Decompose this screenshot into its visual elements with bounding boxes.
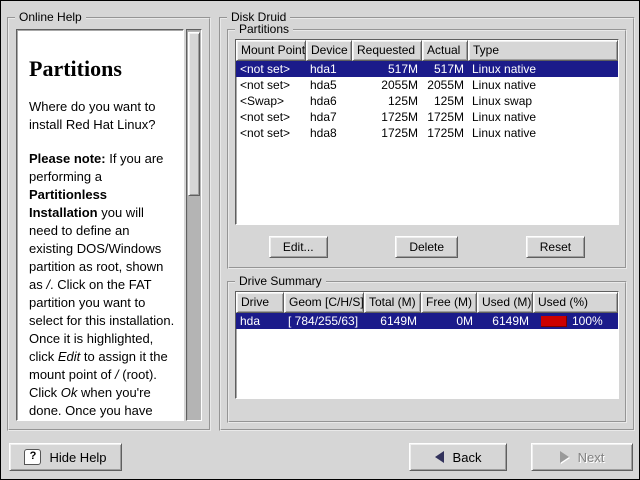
- cell-requested: 125M: [352, 93, 422, 109]
- column-header-mount-point[interactable]: Mount Point: [236, 40, 306, 61]
- cell-device: hda6: [306, 93, 352, 109]
- cell-requested: 1725M: [352, 125, 422, 141]
- cell-mount-point: <not set>: [236, 109, 306, 125]
- cell-actual: 2055M: [422, 77, 468, 93]
- help-text-area: Partitions Where do you want to install …: [16, 29, 184, 421]
- used-bar: [541, 316, 567, 327]
- cell-drive: hda: [236, 313, 284, 329]
- drive-row[interactable]: hda [ 784/255/63] 6149M 0M 6149M 100%: [236, 313, 618, 329]
- help-note-segment: Ok: [61, 385, 78, 400]
- partition-row[interactable]: <not set> hda7 1725M 1725M Linux native: [236, 109, 618, 125]
- partitions-table-header: Mount Point Device Requested Actual Type: [236, 40, 618, 61]
- cell-type: Linux native: [468, 125, 618, 141]
- column-header-drive[interactable]: Drive: [236, 292, 284, 313]
- cell-type: Linux swap: [468, 93, 618, 109]
- help-scrollbar-thumb[interactable]: [188, 32, 200, 196]
- partitions-table: Mount Point Device Requested Actual Type…: [235, 39, 619, 225]
- partition-row[interactable]: <Swap> hda6 125M 125M Linux swap: [236, 93, 618, 109]
- edit-button[interactable]: Edit...: [269, 236, 328, 258]
- online-help-frame-title: Online Help: [15, 10, 86, 24]
- installer-window: Online Help Partitions Where do you want…: [0, 0, 640, 480]
- cell-device: hda1: [306, 61, 352, 77]
- partitions-frame-title: Partitions: [235, 22, 293, 36]
- hide-help-button[interactable]: ? Hide Help: [9, 443, 122, 471]
- reset-button[interactable]: Reset: [526, 236, 585, 258]
- help-scrollbar[interactable]: [186, 29, 202, 421]
- drive-summary-table-header: Drive Geom [C/H/S] Total (M) Free (M) Us…: [236, 292, 618, 313]
- column-header-used-pct[interactable]: Used (%): [533, 292, 618, 313]
- partitions-frame: Partitions Mount Point Device Requested …: [227, 29, 627, 269]
- online-help-frame: Online Help Partitions Where do you want…: [7, 17, 211, 431]
- cell-mount-point: <Swap>: [236, 93, 306, 109]
- partition-row[interactable]: <not set> hda5 2055M 2055M Linux native: [236, 77, 618, 93]
- next-arrow-icon: [560, 451, 569, 463]
- help-note-segment: Partitionless Installation: [29, 187, 107, 220]
- partition-actions: Edit... Delete Reset: [235, 235, 619, 259]
- used-pct-label: 100%: [572, 313, 603, 329]
- cell-geom: [ 784/255/63]: [284, 313, 364, 329]
- help-note-segment: Please note:: [29, 151, 106, 166]
- cell-requested: 1725M: [352, 109, 422, 125]
- cell-mount-point: <not set>: [236, 77, 306, 93]
- cell-actual: 1725M: [422, 109, 468, 125]
- cell-used: 6149M: [477, 313, 533, 329]
- back-button[interactable]: Back: [409, 443, 507, 471]
- cell-type: Linux native: [468, 77, 618, 93]
- cell-total: 6149M: [364, 313, 421, 329]
- cell-type: Linux native: [468, 61, 618, 77]
- cell-mount-point: <not set>: [236, 61, 306, 77]
- help-heading: Partitions: [29, 60, 175, 78]
- back-arrow-icon: [435, 451, 444, 463]
- cell-device: hda8: [306, 125, 352, 141]
- help-note-segment: Edit: [58, 349, 80, 364]
- partition-row[interactable]: <not set> hda1 517M 517M Linux native: [236, 61, 618, 77]
- back-label: Back: [453, 450, 482, 465]
- column-header-geom[interactable]: Geom [C/H/S]: [284, 292, 364, 313]
- help-icon: ?: [24, 449, 41, 465]
- disk-druid-frame: Disk Druid Partitions Mount Point Device…: [219, 17, 635, 431]
- help-content: Partitions Where do you want to install …: [17, 30, 183, 421]
- column-header-device[interactable]: Device: [306, 40, 352, 61]
- cell-requested: 517M: [352, 61, 422, 77]
- cell-actual: 1725M: [422, 125, 468, 141]
- column-header-total[interactable]: Total (M): [364, 292, 421, 313]
- drive-summary-frame: Drive Summary Drive Geom [C/H/S] Total (…: [227, 281, 627, 423]
- cell-requested: 2055M: [352, 77, 422, 93]
- help-intro: Where do you want to install Red Hat Lin…: [29, 98, 175, 134]
- cell-actual: 517M: [422, 61, 468, 77]
- drive-summary-table: Drive Geom [C/H/S] Total (M) Free (M) Us…: [235, 291, 619, 399]
- hide-help-label: Hide Help: [49, 450, 106, 465]
- cell-device: hda7: [306, 109, 352, 125]
- cell-used-pct: 100%: [533, 313, 618, 329]
- column-header-used[interactable]: Used (M): [477, 292, 533, 313]
- partition-row[interactable]: <not set> hda8 1725M 1725M Linux native: [236, 125, 618, 141]
- cell-type: Linux native: [468, 109, 618, 125]
- cell-mount-point: <not set>: [236, 125, 306, 141]
- cell-actual: 125M: [422, 93, 468, 109]
- next-label: Next: [578, 450, 605, 465]
- cell-free: 0M: [421, 313, 477, 329]
- delete-button[interactable]: Delete: [395, 236, 458, 258]
- column-header-requested[interactable]: Requested: [352, 40, 422, 61]
- column-header-free[interactable]: Free (M): [421, 292, 477, 313]
- cell-device: hda5: [306, 77, 352, 93]
- column-header-type[interactable]: Type: [468, 40, 618, 61]
- column-header-actual[interactable]: Actual: [422, 40, 468, 61]
- drive-summary-frame-title: Drive Summary: [235, 274, 326, 288]
- next-button[interactable]: Next: [531, 443, 633, 471]
- help-note: Please note: If you are performing a Par…: [29, 150, 175, 421]
